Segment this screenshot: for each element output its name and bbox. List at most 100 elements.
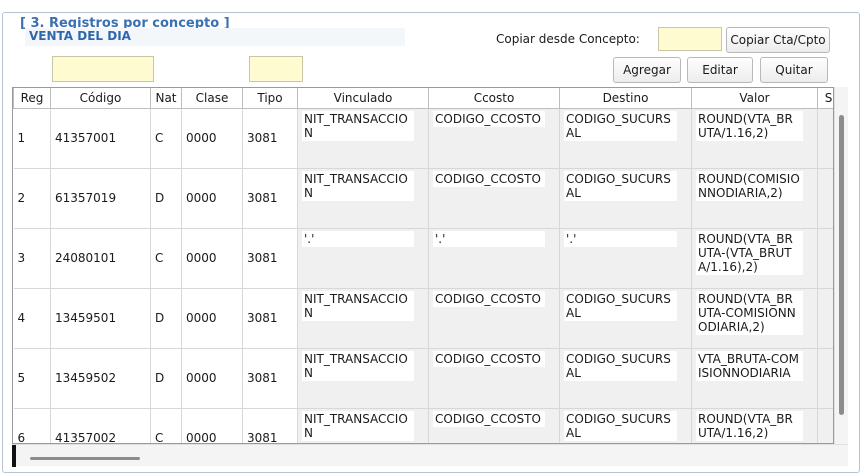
cell-tipo[interactable]: 3081 [242, 288, 298, 349]
cell-ccosto[interactable]: CODIGO_CCOSTO [428, 348, 560, 409]
cell-vinculado[interactable]: NIT_TRANSACCION [297, 408, 429, 443]
cell-destino[interactable]: CODIGO_SUCURSAL [559, 348, 692, 409]
horizontal-scrollbar[interactable] [12, 444, 848, 467]
copy-concept-input[interactable] [658, 27, 722, 51]
table-row[interactable]: 6 41357002 C 0000 3081 NIT_TRANSACCION CODIGO_… [13, 408, 833, 443]
cell-s[interactable] [817, 348, 833, 409]
cell-codigo[interactable]: 41357001 [50, 108, 151, 169]
cell-ccosto[interactable]: CODIGO_CCOSTO [428, 408, 560, 443]
add-button[interactable]: Agregar [613, 57, 681, 83]
column-header[interactable]: Ccosto [428, 88, 560, 109]
table-row[interactable]: 1 41357001 C 0000 3081 NIT_TRANSACCION CODIGO_… [13, 108, 833, 169]
cell-vinculado-text: NIT_TRANSACCION [302, 290, 414, 321]
cell-reg[interactable]: 5 [13, 348, 51, 409]
cell-vinculado[interactable]: NIT_TRANSACCION [297, 288, 429, 349]
cell-nat[interactable]: D [150, 288, 182, 349]
cell-tipo[interactable]: 3081 [242, 408, 298, 443]
cell-valor[interactable]: ROUND(COMISIONNODIARIA,2) [691, 168, 818, 229]
cell-destino[interactable]: CODIGO_SUCURSAL [559, 288, 692, 349]
cell-clase[interactable]: 0000 [181, 288, 243, 349]
cell-tipo-text: 3081 [247, 191, 278, 205]
cell-codigo-text: 13459502 [55, 371, 117, 385]
cell-reg[interactable]: 1 [13, 108, 51, 169]
cell-codigo[interactable]: 61357019 [50, 168, 151, 229]
cell-codigo[interactable]: 13459502 [50, 348, 151, 409]
table-row[interactable]: 4 13459501 D 0000 3081 NIT_TRANSACCION CODIGO_… [13, 288, 833, 349]
column-header[interactable]: S [817, 88, 833, 109]
cell-ccosto[interactable]: CODIGO_CCOSTO [428, 108, 560, 169]
cell-tipo[interactable]: 3081 [242, 108, 298, 169]
cell-tipo[interactable]: 3081 [242, 168, 298, 229]
remove-button[interactable]: Quitar [760, 57, 828, 83]
column-header[interactable]: Tipo [242, 88, 298, 109]
cell-codigo[interactable]: 41357002 [50, 408, 151, 443]
filter-field-1[interactable] [52, 56, 154, 82]
cell-valor[interactable]: VTA_BRUTA-COMISIONNODIARIA [691, 348, 818, 409]
cell-vinculado-text: NIT_TRANSACCION [302, 110, 414, 141]
cell-valor[interactable]: ROUND(VTA_BRUTA-COMISIONNODIARIA,2) [691, 288, 818, 349]
cell-vinculado[interactable]: NIT_TRANSACCION [297, 348, 429, 409]
cell-destino[interactable]: CODIGO_SUCURSAL [559, 168, 692, 229]
cell-reg-text: 4 [17, 311, 26, 325]
cell-tipo[interactable]: 3081 [242, 348, 298, 409]
cell-ccosto-text: CODIGO_CCOSTO [433, 170, 545, 187]
cell-destino[interactable]: '.' [559, 228, 692, 289]
column-header[interactable]: Reg [13, 88, 51, 109]
cell-nat[interactable]: C [150, 408, 182, 443]
cell-clase[interactable]: 0000 [181, 348, 243, 409]
cell-vinculado[interactable]: NIT_TRANSACCION [297, 168, 429, 229]
cell-reg[interactable]: 3 [13, 228, 51, 289]
edit-button[interactable]: Editar [687, 57, 753, 83]
cell-reg[interactable]: 4 [13, 288, 51, 349]
table-row[interactable]: 2 61357019 D 0000 3081 NIT_TRANSACCION CODIGO_… [13, 168, 833, 229]
cell-valor[interactable]: ROUND(VTA_BRUTA/1.16,2) [691, 408, 818, 443]
cell-s[interactable] [817, 288, 833, 349]
cell-clase[interactable]: 0000 [181, 408, 243, 443]
records-grid[interactable]: Reg Código Nat Clase Tipo Vinculado Ccosto Dest… [12, 87, 834, 444]
column-header[interactable]: Clase [181, 88, 243, 109]
cell-valor-text: ROUND(VTA_BRUTA/1.16,2) [696, 110, 803, 141]
cell-nat[interactable]: C [150, 108, 182, 169]
cell-clase[interactable]: 0000 [181, 168, 243, 229]
copy-cta-cpto-button[interactable]: Copiar Cta/Cpto [726, 27, 830, 53]
vertical-scrollbar[interactable] [834, 87, 848, 444]
cell-clase-text: 0000 [186, 311, 217, 325]
cell-reg[interactable]: 6 [13, 408, 51, 443]
column-header[interactable]: Destino [559, 88, 692, 109]
cell-destino-text: CODIGO_SUCURSAL [564, 350, 677, 381]
cell-ccosto[interactable]: CODIGO_CCOSTO [428, 288, 560, 349]
cell-nat[interactable]: C [150, 228, 182, 289]
cell-vinculado[interactable]: NIT_TRANSACCION [297, 108, 429, 169]
filter-field-2[interactable] [249, 56, 303, 82]
cell-nat[interactable]: D [150, 348, 182, 409]
vertical-scroll-thumb[interactable] [839, 115, 844, 415]
cell-valor[interactable]: ROUND(VTA_BRUTA/1.16,2) [691, 108, 818, 169]
column-header[interactable]: Valor [691, 88, 818, 109]
cell-codigo[interactable]: 24080101 [50, 228, 151, 289]
cell-s[interactable] [817, 408, 833, 443]
column-header[interactable]: Vinculado [297, 88, 429, 109]
cell-codigo[interactable]: 13459501 [50, 288, 151, 349]
cell-destino[interactable]: CODIGO_SUCURSAL [559, 408, 692, 443]
column-header[interactable]: Código [50, 88, 151, 109]
cell-nat-text: D [155, 371, 165, 385]
cell-clase[interactable]: 0000 [181, 228, 243, 289]
cell-vinculado[interactable]: '.' [297, 228, 429, 289]
cell-destino[interactable]: CODIGO_SUCURSAL [559, 108, 692, 169]
cell-s[interactable] [817, 168, 833, 229]
cell-s[interactable] [817, 108, 833, 169]
cell-ccosto[interactable]: CODIGO_CCOSTO [428, 168, 560, 229]
table-row[interactable]: 5 13459502 D 0000 3081 NIT_TRANSACCION CODIGO_… [13, 348, 833, 409]
column-header[interactable]: Nat [150, 88, 182, 109]
table-row[interactable]: 3 24080101 C 0000 3081 '.' '.' '.' ROUND(VTA_BRU… [13, 228, 833, 289]
cell-valor[interactable]: ROUND(VTA_BRUTA-(VTA_BRUTA/1.16),2) [691, 228, 818, 289]
cell-s[interactable] [817, 228, 833, 289]
horizontal-scroll-thumb[interactable] [30, 457, 140, 460]
cell-reg-text: 5 [17, 371, 26, 385]
cell-tipo-text: 3081 [247, 131, 278, 145]
cell-nat[interactable]: D [150, 168, 182, 229]
cell-clase[interactable]: 0000 [181, 108, 243, 169]
cell-ccosto[interactable]: '.' [428, 228, 560, 289]
cell-tipo[interactable]: 3081 [242, 228, 298, 289]
cell-reg[interactable]: 2 [13, 168, 51, 229]
